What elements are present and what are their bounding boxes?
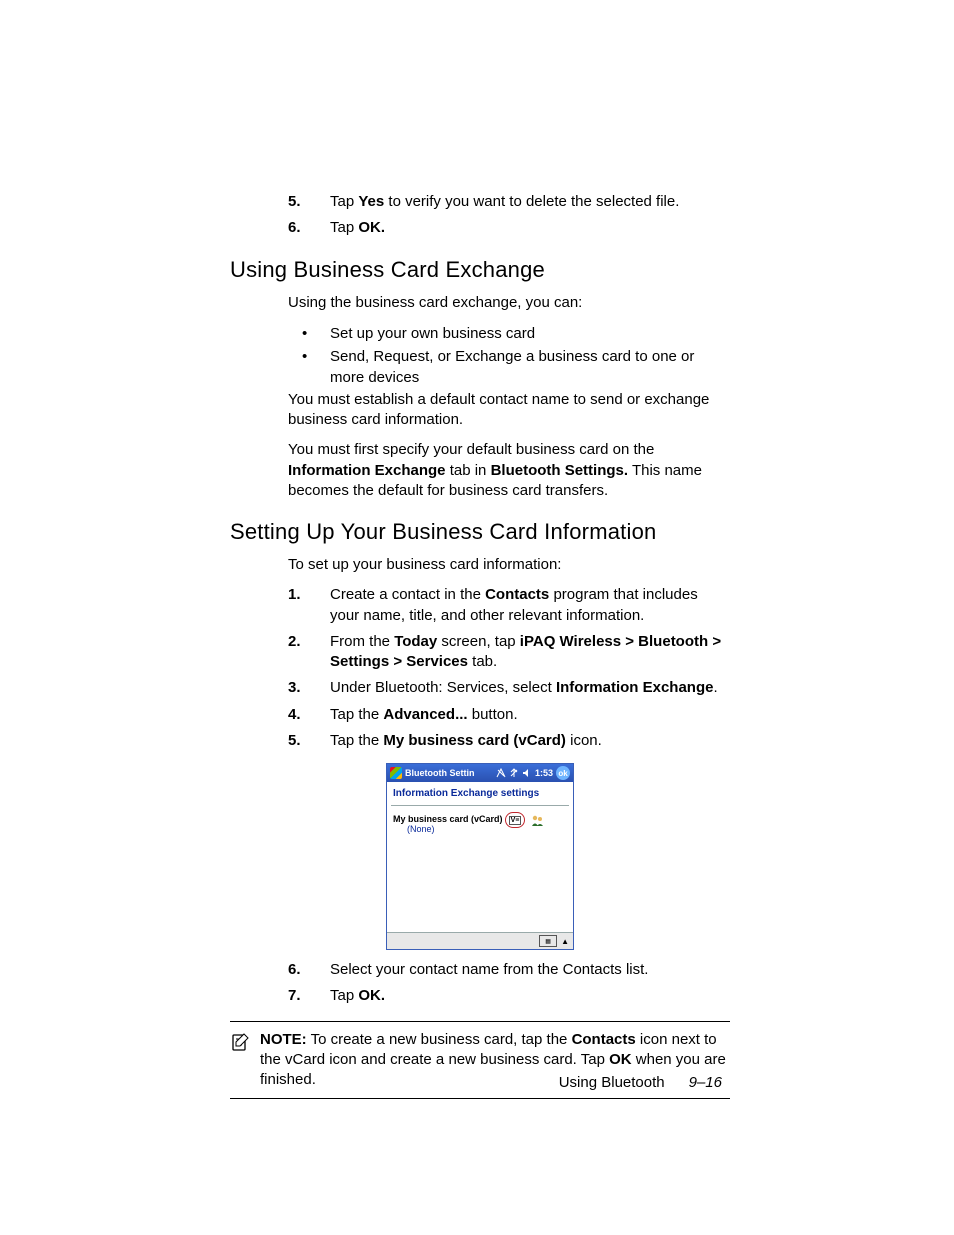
bullet-item: • Send, Request, or Exchange a business c… xyxy=(230,346,730,388)
list-item: 1. Create a contact in the Contacts progr… xyxy=(230,585,730,626)
list-number: 7. xyxy=(288,986,302,1006)
speaker-icon xyxy=(522,768,532,778)
list-item: 2. From the Today screen, tap iPAQ Wirele… xyxy=(230,632,730,673)
list-text: Tap Yes to verify you want to delete the… xyxy=(330,192,730,212)
note-icon xyxy=(230,1032,250,1091)
list-item: 4. Tap the Advanced... button. xyxy=(230,705,730,725)
signal-icon xyxy=(509,768,519,778)
list-number: 5. xyxy=(288,731,302,751)
list-item: 5. Tap the My business card (vCard) icon. xyxy=(230,731,730,751)
list-item: 6. Tap OK. xyxy=(230,218,730,238)
list-number: 2. xyxy=(288,632,302,673)
status-area: 1:53 ok xyxy=(478,766,571,780)
device-screenshot: Bluetooth Settin 1:53 ok Information Exc… xyxy=(386,763,574,950)
vcard-label: My business card (vCard) xyxy=(393,814,503,824)
contacts-icon[interactable] xyxy=(531,814,544,827)
page-footer: Using Bluetooth9–16 xyxy=(559,1074,722,1091)
list-item: 5. Tap Yes to verify you want to delete t… xyxy=(230,192,730,212)
paragraph: You must first specify your default busi… xyxy=(230,440,730,501)
vcard-icon[interactable]: V≡ xyxy=(505,812,525,828)
window-title: Bluetooth Settin xyxy=(405,768,475,778)
list-text: Tap OK. xyxy=(330,986,730,1006)
list-number: 6. xyxy=(288,218,302,238)
clock: 1:53 xyxy=(535,768,553,778)
window-titlebar: Bluetooth Settin 1:53 ok xyxy=(387,764,573,782)
list-number: 1. xyxy=(288,585,302,626)
input-panel-bar: ▦ ▲ xyxy=(387,932,573,949)
ok-button[interactable]: ok xyxy=(556,766,570,780)
list-number: 4. xyxy=(288,705,302,725)
list-item: 3. Under Bluetooth: Services, select Info… xyxy=(230,678,730,698)
list-number: 3. xyxy=(288,678,302,698)
list-text: From the Today screen, tap iPAQ Wireless… xyxy=(330,632,730,673)
section-title: Information Exchange settings xyxy=(387,782,573,805)
list-number: 5. xyxy=(288,192,302,212)
keyboard-icon[interactable]: ▦ xyxy=(539,935,557,947)
list-text: Tap the Advanced... button. xyxy=(330,705,730,725)
bullet-icon: • xyxy=(302,323,308,344)
list-text: Select your contact name from the Contac… xyxy=(330,960,730,980)
list-text: Tap OK. xyxy=(330,218,730,238)
intro-paragraph: Using the business card exchange, you ca… xyxy=(230,293,730,313)
start-icon xyxy=(390,767,402,779)
bullet-item: • Set up your own business card xyxy=(230,323,730,344)
list-text: Create a contact in the Contacts program… xyxy=(330,585,730,626)
input-arrow-icon[interactable]: ▲ xyxy=(561,937,569,946)
heading-business-card-exchange: Using Business Card Exchange xyxy=(230,257,730,283)
paragraph: You must establish a default contact nam… xyxy=(230,390,730,431)
bullet-text: Send, Request, or Exchange a business ca… xyxy=(330,346,730,388)
list-item: 6. Select your contact name from the Cont… xyxy=(230,960,730,980)
list-text: Under Bluetooth: Services, select Inform… xyxy=(330,678,730,698)
connectivity-icon xyxy=(496,768,506,778)
list-item: 7. Tap OK. xyxy=(230,986,730,1006)
heading-setting-up: Setting Up Your Business Card Informatio… xyxy=(230,519,730,545)
list-text: Tap the My business card (vCard) icon. xyxy=(330,731,730,751)
bullet-icon: • xyxy=(302,346,308,388)
bullet-text: Set up your own business card xyxy=(330,323,535,344)
list-number: 6. xyxy=(288,960,302,980)
intro-paragraph: To set up your business card information… xyxy=(230,555,730,575)
